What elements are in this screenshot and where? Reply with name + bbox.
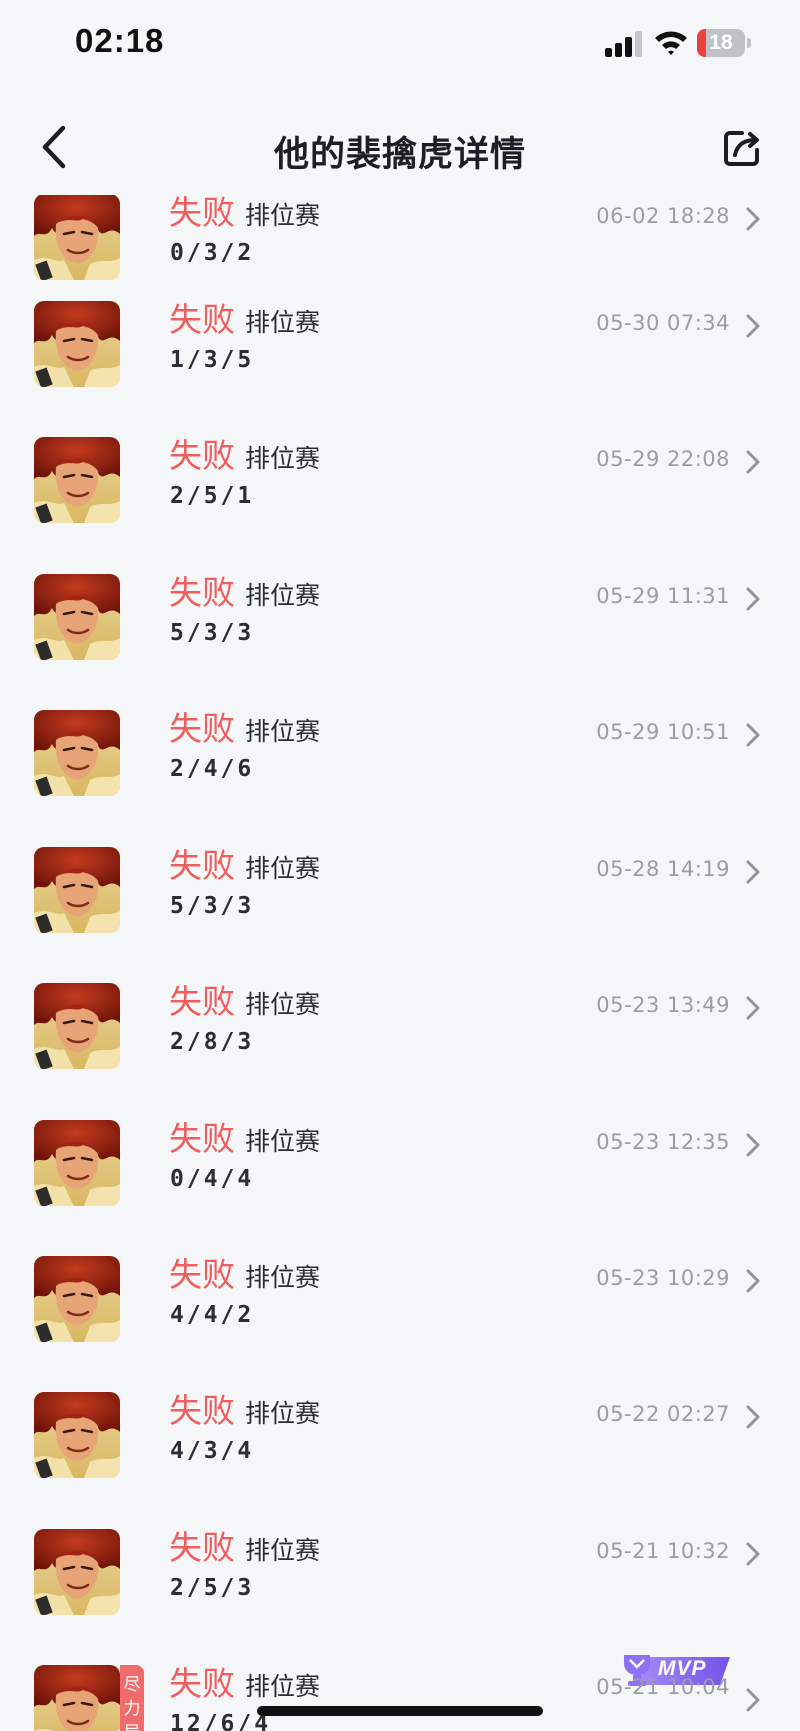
battery-indicator: 18	[697, 29, 753, 57]
match-row[interactable]: 失败 排位赛 4/3/4 05-22 02:27	[0, 1391, 800, 1528]
match-mode: 排位赛	[245, 1127, 321, 1156]
chevron-right-icon	[746, 587, 760, 611]
hero-avatar	[34, 1665, 120, 1731]
match-row[interactable]: 失败 排位赛 2/5/1 05-29 22:08	[0, 436, 800, 573]
match-result: 失败	[169, 982, 235, 1021]
match-kda: 2/8/3	[170, 1029, 255, 1055]
chevron-right-icon	[746, 450, 760, 474]
match-time: 05-28 14:19	[596, 857, 730, 881]
match-time: 05-23 10:29	[596, 1266, 730, 1290]
match-kda: 2/5/1	[170, 483, 255, 509]
hero-avatar	[34, 983, 120, 1069]
match-list[interactable]: 失败 排位赛 0/3/2 06-02 18:28 失败 排位赛 1/3/5 05…	[0, 0, 800, 1731]
match-kda: 1/3/5	[170, 347, 255, 373]
match-kda: 0/3/2	[170, 240, 255, 266]
match-result: 失败	[169, 1119, 235, 1158]
match-time: 05-23 12:35	[596, 1130, 730, 1154]
match-time: 05-22 02:27	[596, 1402, 730, 1426]
match-time: 05-29 22:08	[596, 447, 730, 471]
status-time: 02:18	[75, 22, 165, 59]
match-row[interactable]: 尽力局 失败 排位赛 12/6/4 MVP 05-21 10:04	[0, 1655, 800, 1731]
match-mode: 排位赛	[245, 201, 321, 230]
match-time: 05-23 13:49	[596, 993, 730, 1017]
match-kda: 12/6/4	[170, 1711, 272, 1731]
best-effort-badge: 尽力局	[120, 1665, 144, 1731]
hero-avatar	[34, 1256, 120, 1342]
hero-avatar	[34, 574, 120, 660]
match-mode: 排位赛	[245, 581, 321, 610]
match-time: 06-02 18:28	[596, 204, 730, 228]
match-mode: 排位赛	[245, 1399, 321, 1428]
match-result: 失败	[169, 709, 235, 748]
match-result: 失败	[169, 300, 235, 339]
match-mode: 排位赛	[245, 1536, 321, 1565]
match-result: 失败	[169, 1528, 235, 1567]
chevron-right-icon	[746, 723, 760, 747]
match-result: 失败	[169, 1255, 235, 1294]
hero-avatar	[34, 194, 120, 280]
match-row[interactable]: 失败 排位赛 2/4/6 05-29 10:51	[0, 709, 800, 846]
match-kda: 2/5/3	[170, 1575, 255, 1601]
match-row[interactable]: 失败 排位赛 0/4/4 05-23 12:35	[0, 1119, 800, 1256]
hero-avatar	[34, 710, 120, 796]
chevron-right-icon	[746, 314, 760, 338]
match-kda: 0/4/4	[170, 1166, 255, 1192]
chevron-right-icon	[746, 1133, 760, 1157]
match-result: 失败	[169, 1664, 235, 1703]
match-time: 05-21 10:04	[596, 1675, 730, 1699]
match-mode: 排位赛	[245, 717, 321, 746]
match-time: 05-30 07:34	[596, 311, 730, 335]
match-time: 05-29 11:31	[596, 584, 730, 608]
chevron-right-icon	[746, 860, 760, 884]
hero-avatar	[34, 301, 120, 387]
match-row[interactable]: 失败 排位赛 1/3/5 05-30 07:34	[0, 300, 800, 437]
share-button[interactable]	[720, 126, 764, 170]
hero-avatar	[34, 437, 120, 523]
match-kda: 5/3/3	[170, 893, 255, 919]
hero-avatar	[34, 847, 120, 933]
chevron-right-icon	[746, 996, 760, 1020]
navigation-bar: 他的裴擒虎详情	[0, 90, 800, 195]
hero-avatar	[34, 1529, 120, 1615]
chevron-right-icon	[746, 1542, 760, 1566]
wifi-icon	[655, 31, 687, 55]
back-button[interactable]	[30, 120, 78, 174]
match-row[interactable]: 失败 排位赛 4/4/2 05-23 10:29	[0, 1255, 800, 1392]
chevron-right-icon	[746, 1405, 760, 1429]
hero-avatar	[34, 1392, 120, 1478]
hero-avatar	[34, 1120, 120, 1206]
match-result: 失败	[169, 846, 235, 885]
match-result: 失败	[169, 573, 235, 612]
status-bar: 02:18 18	[0, 0, 800, 90]
match-mode: 排位赛	[245, 1263, 321, 1292]
battery-percentage: 18	[709, 31, 733, 54]
match-mode: 排位赛	[245, 990, 321, 1019]
match-row[interactable]: 失败 排位赛 5/3/3 05-28 14:19	[0, 846, 800, 983]
chevron-right-icon	[746, 207, 760, 231]
match-row[interactable]: 失败 排位赛 2/5/3 05-21 10:32	[0, 1528, 800, 1665]
match-result: 失败	[169, 1391, 235, 1430]
signal-icon	[605, 31, 642, 57]
match-kda: 4/3/4	[170, 1438, 255, 1464]
match-mode: 排位赛	[245, 1672, 321, 1701]
match-mode: 排位赛	[245, 444, 321, 473]
match-row[interactable]: 失败 排位赛 2/8/3 05-23 13:49	[0, 982, 800, 1119]
match-row[interactable]: 失败 排位赛 5/3/3 05-29 11:31	[0, 573, 800, 710]
chevron-right-icon	[746, 1688, 760, 1712]
chevron-right-icon	[746, 1269, 760, 1293]
chevron-left-icon	[42, 125, 66, 169]
match-kda: 4/4/2	[170, 1302, 255, 1328]
match-result: 失败	[169, 436, 235, 475]
match-time: 05-21 10:32	[596, 1539, 730, 1563]
match-time: 05-29 10:51	[596, 720, 730, 744]
page-title: 他的裴擒虎详情	[273, 135, 526, 175]
match-mode: 排位赛	[245, 854, 321, 883]
match-kda: 2/4/6	[170, 756, 255, 782]
share-icon	[724, 131, 759, 166]
home-indicator	[257, 1706, 543, 1716]
match-kda: 5/3/3	[170, 620, 255, 646]
match-mode: 排位赛	[245, 308, 321, 337]
